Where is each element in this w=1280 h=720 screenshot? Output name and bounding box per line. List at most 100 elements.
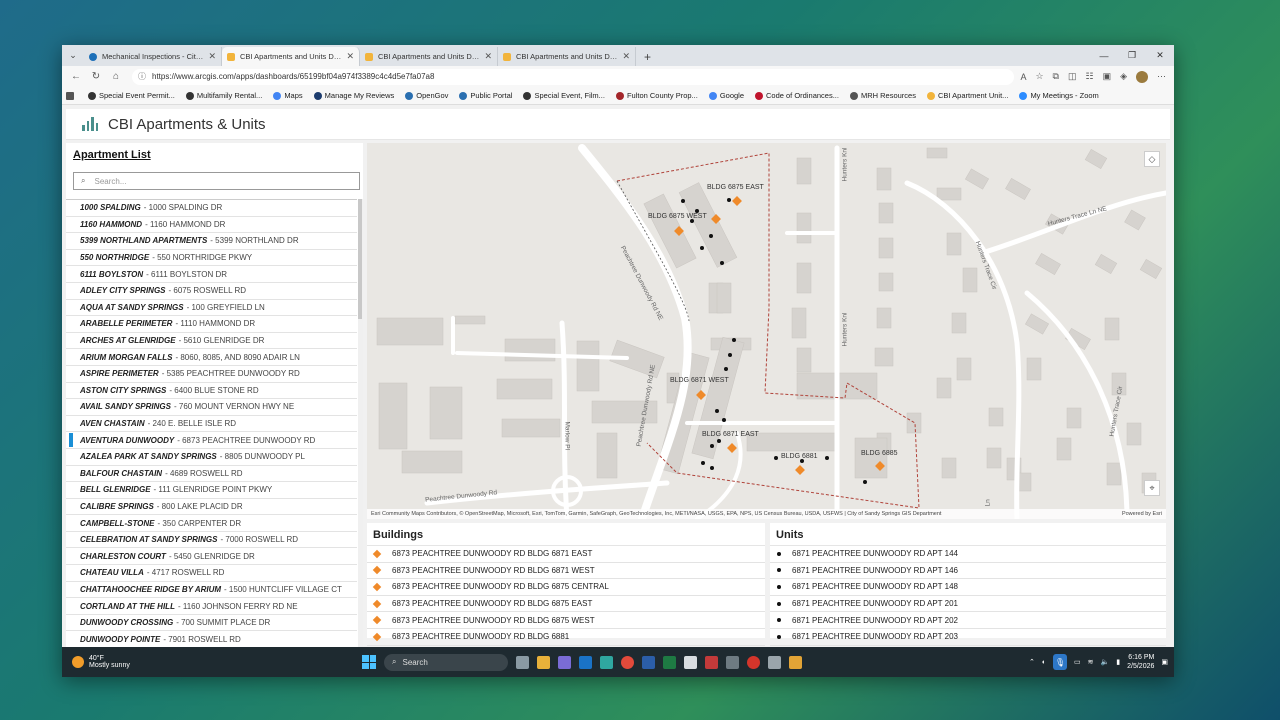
map-label-bldg-6875-east[interactable]: BLDG 6875 EAST bbox=[707, 184, 764, 191]
map-label-bldg-6885[interactable]: BLDG 6885 bbox=[861, 450, 898, 457]
map-label-bldg-6881[interactable]: BLDG 6881 bbox=[781, 453, 818, 460]
search-input[interactable]: ⌕ Search... bbox=[73, 172, 360, 190]
unit-marker[interactable] bbox=[728, 353, 732, 357]
taskbar-search[interactable]: ⌕ Search bbox=[384, 653, 508, 671]
building-list-item[interactable]: 6873 PEACHTREE DUNWOODY RD BLDG 6881 bbox=[367, 629, 765, 646]
unit-marker[interactable] bbox=[715, 409, 719, 413]
profile-avatar[interactable] bbox=[1136, 70, 1148, 83]
apartment-list-item[interactable]: 1000 SPALDING - 1000 SPALDING DR bbox=[66, 200, 357, 217]
building-list-item[interactable]: 6873 PEACHTREE DUNWOODY RD BLDG 6871 EAS… bbox=[367, 546, 765, 563]
unit-marker[interactable] bbox=[774, 456, 778, 460]
apartment-list-item[interactable]: BELL GLENRIDGE - 111 GLENRIDGE POINT PKWY bbox=[66, 482, 357, 499]
volume-icon[interactable]: 🔈 bbox=[1101, 658, 1110, 666]
building-list-item[interactable]: 6873 PEACHTREE DUNWOODY RD BLDG 6871 WES… bbox=[367, 563, 765, 580]
notepad-icon[interactable] bbox=[684, 655, 697, 669]
bookmark-item[interactable]: My Meetings - Zoom bbox=[1019, 91, 1099, 100]
close-tab-icon[interactable]: ✕ bbox=[346, 51, 354, 62]
apartment-list-item[interactable]: AVAIL SANDY SPRINGS - 760 MOUNT VERNON HW… bbox=[66, 399, 357, 416]
excel-icon[interactable] bbox=[663, 655, 676, 669]
close-tab-icon[interactable]: ✕ bbox=[208, 51, 216, 62]
map-label-bldg-6871-east[interactable]: BLDG 6871 EAST bbox=[702, 431, 759, 438]
layers-icon[interactable]: ◇ bbox=[1144, 151, 1160, 167]
app-icon[interactable] bbox=[705, 655, 718, 669]
bookmark-item[interactable]: CBI Apartment Unit... bbox=[926, 91, 1008, 100]
bookmark-item[interactable]: Google bbox=[708, 91, 744, 100]
bookmark-item[interactable]: OpenGov bbox=[405, 91, 448, 100]
tab-cbi-dashboard-3[interactable]: CBI Apartments and Units Dashb ✕ bbox=[498, 47, 636, 66]
network-app-icon[interactable]: ◐ bbox=[1042, 659, 1046, 666]
unit-marker[interactable] bbox=[722, 418, 726, 422]
locate-icon[interactable]: ⌖ bbox=[1144, 480, 1160, 496]
apartment-list-item[interactable]: CHATTAHOOCHEE RIDGE BY ARIUM - 1500 HUNTC… bbox=[66, 582, 357, 599]
apartment-list-item[interactable]: CELEBRATION AT SANDY SPRINGS - 7000 ROSWE… bbox=[66, 532, 357, 549]
word-icon[interactable] bbox=[642, 655, 655, 669]
unit-marker[interactable] bbox=[710, 444, 714, 448]
split-screen-icon[interactable]: ◫ bbox=[1068, 71, 1077, 82]
apartment-list-item[interactable]: CHARLESTON COURT - 5450 GLENRIDGE DR bbox=[66, 548, 357, 566]
apartment-list-item[interactable]: 550 NORTHRIDGE - 550 NORTHRIDGE PKWY bbox=[66, 250, 357, 267]
apartment-list-item[interactable]: 1160 HAMMOND - 1160 HAMMOND DR bbox=[66, 217, 357, 234]
apartment-list-item[interactable]: 5399 NORTHLAND APARTMENTS - 5399 NORTHLAN… bbox=[66, 233, 357, 250]
apartment-list-item[interactable]: DUNWOODY CROSSING - 700 SUMMIT PLACE DR bbox=[66, 615, 357, 632]
map-label-bldg-6875-west[interactable]: BLDG 6875 WEST bbox=[648, 213, 707, 220]
apartment-list-item[interactable]: CHATEAU VILLA - 4717 ROSWELL RD bbox=[66, 565, 357, 582]
apartment-list-item[interactable]: ARABELLE PERIMETER - 1110 HAMMOND DR bbox=[66, 316, 357, 333]
apartment-list-item[interactable]: BALFOUR CHASTAIN - 4689 ROSWELL RD bbox=[66, 466, 357, 483]
apartment-list-item[interactable]: 6111 BOYLSTON - 6111 BOYLSTON DR bbox=[66, 266, 357, 283]
task-view-icon[interactable] bbox=[516, 655, 529, 669]
bookmark-item[interactable]: Public Portal bbox=[459, 91, 512, 100]
apartment-list-item[interactable]: ARCHES AT GLENRIDGE - 5610 GLENRIDGE DR bbox=[66, 333, 357, 350]
unit-list-item[interactable]: 6871 PEACHTREE DUNWOODY RD APT 202 bbox=[770, 612, 1166, 629]
powered-by-esri[interactable]: Powered by Esri bbox=[1122, 511, 1166, 517]
close-tab-icon[interactable]: ✕ bbox=[484, 51, 492, 62]
unit-marker[interactable] bbox=[825, 456, 829, 460]
teams-icon[interactable] bbox=[558, 655, 571, 669]
unit-marker[interactable] bbox=[732, 338, 736, 342]
tab-mechanical-inspections[interactable]: Mechanical Inspections - City of ✕ bbox=[84, 47, 222, 66]
apartment-list-item-selected[interactable]: AVENTURA DUNWOODY - 6873 PEACHTREE DUNWOO… bbox=[66, 432, 357, 449]
unit-marker[interactable] bbox=[727, 198, 731, 202]
unit-marker[interactable] bbox=[709, 234, 713, 238]
battery-icon[interactable]: ▮ bbox=[1116, 658, 1120, 666]
microphone-icon[interactable]: 🎙 bbox=[1053, 654, 1068, 670]
close-tab-icon[interactable]: ✕ bbox=[622, 51, 630, 62]
apartment-list-item[interactable]: AQUA AT SANDY SPRINGS - 100 GREYFIELD LN bbox=[66, 300, 357, 317]
building-marker[interactable] bbox=[795, 465, 805, 475]
unit-marker[interactable] bbox=[710, 466, 714, 470]
extensions-icon[interactable]: ⧉ bbox=[1053, 71, 1059, 82]
copilot-icon[interactable]: ◈ bbox=[1120, 71, 1127, 82]
list-scrollbar[interactable] bbox=[358, 199, 363, 647]
favorites-icon[interactable]: ☷ bbox=[1085, 71, 1093, 82]
apartment-list-item[interactable]: CORTLAND AT THE HILL - 1160 JOHNSON FERRY… bbox=[66, 598, 357, 615]
apartment-list-item[interactable]: AZALEA PARK AT SANDY SPRINGS - 8805 DUNWO… bbox=[66, 449, 357, 466]
bookmark-item[interactable]: Special Event Permit... bbox=[88, 91, 175, 100]
settings-more-icon[interactable]: ⋯ bbox=[1157, 71, 1166, 82]
chevron-up-icon[interactable]: ⌃ bbox=[1029, 658, 1035, 666]
unit-list-item[interactable]: 6871 PEACHTREE DUNWOODY RD APT 146 bbox=[770, 563, 1166, 580]
maximize-icon[interactable]: ❐ bbox=[1118, 45, 1146, 66]
building-list-item[interactable]: 6873 PEACHTREE DUNWOODY RD BLDG 6875 EAS… bbox=[367, 596, 765, 613]
read-aloud-icon[interactable]: A bbox=[1020, 72, 1026, 82]
apartment-list-item[interactable]: ASTON CITY SPRINGS - 6400 BLUE STONE RD bbox=[66, 383, 357, 400]
edge-icon[interactable] bbox=[600, 655, 613, 669]
clock[interactable]: 6:16 PM 2/5/2026 bbox=[1127, 653, 1154, 671]
unit-marker[interactable] bbox=[863, 480, 867, 484]
map-view[interactable]: BLDG 6875 EAST BLDG 6875 WEST BLDG 6871 … bbox=[367, 143, 1166, 519]
new-tab-button[interactable]: + bbox=[636, 47, 659, 66]
bookmark-item[interactable]: Code of Ordinances... bbox=[755, 91, 839, 100]
home-icon[interactable]: ⌂ bbox=[106, 71, 126, 82]
bookmark-item[interactable]: Fulton County Prop... bbox=[615, 91, 698, 100]
bookmark-item[interactable]: Special Event, Film... bbox=[523, 91, 605, 100]
notification-icon[interactable]: ▣ bbox=[1161, 658, 1168, 666]
unit-marker[interactable] bbox=[701, 461, 705, 465]
building-marker[interactable] bbox=[727, 443, 737, 453]
site-info-icon[interactable]: ⓘ bbox=[138, 71, 146, 82]
bookmark-item[interactable]: Multifamily Rental... bbox=[185, 91, 262, 100]
back-icon[interactable]: ← bbox=[66, 71, 86, 82]
unit-marker[interactable] bbox=[700, 246, 704, 250]
bookmark-item[interactable]: MRH Resources bbox=[849, 91, 916, 100]
map-label-bldg-6871-west[interactable]: BLDG 6871 WEST bbox=[670, 377, 729, 384]
apartment-list-item[interactable]: ASPIRE PERIMETER - 5385 PEACHTREE DUNWOOD… bbox=[66, 366, 357, 383]
bookmark-item[interactable]: Maps bbox=[273, 91, 303, 100]
refresh-icon[interactable]: ↻ bbox=[86, 71, 106, 82]
